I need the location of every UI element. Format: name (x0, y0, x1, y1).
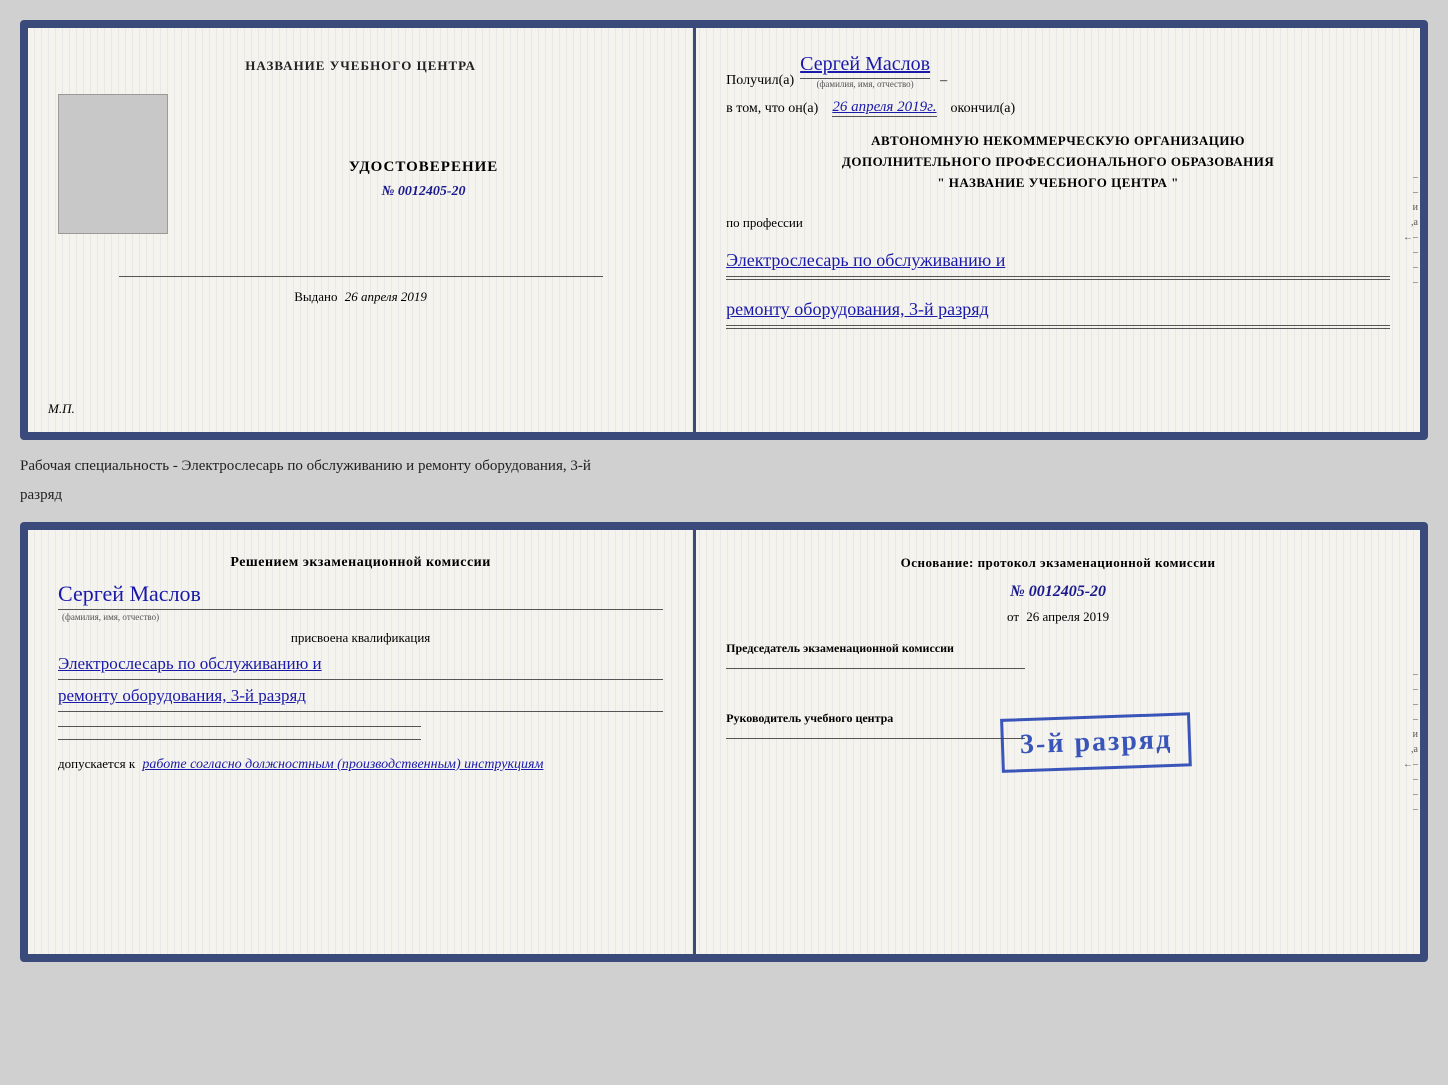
resheniem-title: Решением экзаменационной комиссии (58, 555, 663, 571)
vydano-date: 26 апреля 2019 (345, 289, 427, 304)
stamp-text: 3-й разряд (1019, 724, 1172, 760)
profession-line2: ремонту оборудования, 3-й разряд (726, 294, 1390, 326)
ot-date-value: 26 апреля 2019 (1026, 609, 1109, 624)
divider-1 (119, 276, 603, 277)
poluchil-prefix: Получил(а) (726, 73, 794, 89)
recipient-name: Сергей Маслов (800, 53, 930, 79)
dopuskaetsya-row: допускается к работе согласно должностны… (58, 756, 663, 773)
okonchil-label: окончил(а) (951, 101, 1016, 117)
udostoverenie-label: УДОСТОВЕРЕНИЕ (349, 159, 499, 176)
dopuskaetsya-prefix: допускается к (58, 756, 135, 771)
cert1-center-title: НАЗВАНИЕ УЧЕБНОГО ЦЕНТРА (245, 58, 476, 74)
qualification-line1: Электрослесарь по обслуживанию и (58, 650, 663, 679)
qualification-stamp: 3-й разряд (1000, 712, 1192, 773)
profession-line1: Электрослесарь по обслуживанию и (726, 245, 1390, 277)
vtom-prefix: в том, что он(а) (726, 101, 818, 117)
osnovanie-label: Основание: протокол экзаменационной коми… (726, 555, 1390, 571)
ot-date-row: от 26 апреля 2019 (726, 609, 1390, 625)
cert2-right-panel: Основание: протокол экзаменационной коми… (696, 530, 1420, 954)
vtom-date: 26 апреля 2019г. (832, 99, 936, 117)
page-wrapper: НАЗВАНИЕ УЧЕБНОГО ЦЕНТРА УДОСТОВЕРЕНИЕ №… (20, 20, 1428, 962)
cert1-left-panel: НАЗВАНИЕ УЧЕБНОГО ЦЕНТРА УДОСТОВЕРЕНИЕ №… (28, 28, 696, 432)
cert2-left-panel: Решением экзаменационной комиссии Сергей… (28, 530, 696, 954)
vydano-line: Выдано 26 апреля 2019 (294, 289, 427, 305)
cert2-recipient-name: Сергей Маслов (58, 581, 663, 610)
between-line2: разряд (20, 481, 1428, 510)
photo-placeholder (58, 94, 168, 234)
vydano-label: Выдано (294, 289, 337, 304)
vtom-row: в том, что он(а) 26 апреля 2019г. окончи… (726, 99, 1390, 117)
prisvoena-label: присвоена квалификация (58, 630, 663, 646)
between-line1: Рабочая специальность - Электрослесарь п… (20, 452, 1428, 481)
org-block: АВТОНОМНУЮ НЕКОММЕРЧЕСКУЮ ОРГАНИЗАЦИЮ ДО… (726, 131, 1390, 193)
predsedatel-label: Председатель экзаменационной комиссии (726, 641, 1390, 656)
cert1-number: № 0012405-20 (382, 184, 466, 200)
between-text: Рабочая специальность - Электрослесарь п… (20, 452, 1428, 510)
org-line1: АВТОНОМНУЮ НЕКОММЕРЧЕСКУЮ ОРГАНИЗАЦИЮ (726, 131, 1390, 152)
cert2-right-edge-ticks: – – – – и ,а ←– – – – (1402, 530, 1420, 954)
org-line2: ДОПОЛНИТЕЛЬНОГО ПРОФЕССИОНАЛЬНОГО ОБРАЗО… (726, 152, 1390, 173)
poluchil-row: Получил(а) Сергей Маслов (фамилия, имя, … (726, 53, 1390, 89)
dopuskaetsya-text: работе согласно должностным (производств… (142, 757, 543, 772)
qualification-line2: ремонту оборудования, 3-й разряд (58, 682, 663, 711)
poprofessii-label: по профессии (726, 215, 1390, 231)
cert1-right-panel: Получил(а) Сергей Маслов (фамилия, имя, … (696, 28, 1420, 432)
org-line3: " НАЗВАНИЕ УЧЕБНОГО ЦЕНТРА " (726, 173, 1390, 194)
predsedatel-sig-line (726, 668, 1025, 669)
mp-label: М.П. (48, 401, 75, 417)
sig-line1 (58, 726, 421, 727)
ot-prefix: от (1007, 609, 1019, 624)
certificate-1: НАЗВАНИЕ УЧЕБНОГО ЦЕНТРА УДОСТОВЕРЕНИЕ №… (20, 20, 1428, 440)
cert2-name-hint: (фамилия, имя, отчество) (62, 612, 663, 622)
certificate-2: Решением экзаменационной комиссии Сергей… (20, 522, 1428, 962)
cert2-number: № 0012405-20 (726, 583, 1390, 601)
right-edge-ticks: – – и ,а ←– – – – (1402, 28, 1420, 432)
rukovoditel-sig-line (726, 738, 1025, 739)
sig-line2 (58, 739, 421, 740)
name-hint: (фамилия, имя, отчество) (817, 79, 914, 89)
dash1: – (940, 73, 947, 89)
